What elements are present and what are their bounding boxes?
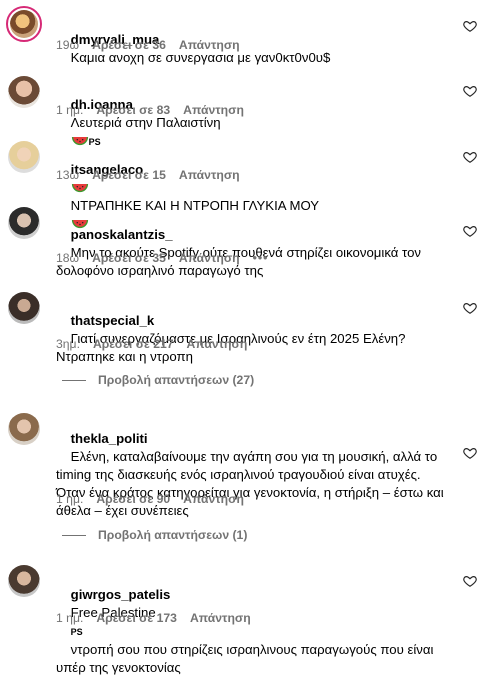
divider [62,379,86,381]
username[interactable]: thekla_politi [71,431,148,446]
view-replies-label[interactable]: Προβολή απαντήσεων (27) [98,373,254,387]
avatar[interactable] [8,141,40,173]
comment-meta: 19ω Αρέσει σε 36 Απάντηση [56,38,240,52]
timestamp: 3ημ. [56,337,80,351]
comment-meta: 3ημ. Αρέσει σε 217 Απάντηση [56,337,247,351]
avatar[interactable] [8,76,40,108]
timestamp: 18ω [56,251,80,265]
username[interactable]: giwrgos_patelis [71,587,171,602]
view-replies-button[interactable]: Προβολή απαντήσεων (1) [62,528,247,542]
reply-button[interactable]: Απάντηση [183,492,244,506]
likes-count[interactable]: Αρέσει σε 173 [96,611,177,625]
comment-meta: 18ω Αρέσει σε 35 Απάντηση ••• [56,251,268,265]
view-replies-button[interactable]: Προβολή απαντήσεων (27) [62,373,254,387]
timestamp: 19ω [56,38,80,52]
username[interactable]: thatspecial_k [71,313,155,328]
likes-count[interactable]: Αρέσει σε 15 [92,168,166,182]
avatar[interactable] [8,292,40,324]
heart-outline-icon[interactable] [463,224,477,238]
avatar[interactable] [6,6,42,42]
comment-meta: 1 ημ. Αρέσει σε 83 Απάντηση [56,103,244,117]
timestamp: 13ω [56,168,80,182]
heart-outline-icon[interactable] [463,446,477,460]
reply-button[interactable]: Απάντηση [183,103,244,117]
view-replies-label[interactable]: Προβολή απαντήσεων (1) [98,528,247,542]
heart-outline-icon[interactable] [463,84,477,98]
comment-text: Λευτεριά στην Παλαιστίνη [70,115,221,130]
comment-text: Ελένη, καταλαβαίνουμε την αγάπη σου για … [56,449,448,518]
reply-button[interactable]: Απάντηση [190,611,251,625]
heart-outline-icon[interactable] [463,574,477,588]
timestamp: 1 ημ. [56,492,84,506]
username[interactable]: panoskalantzis_ [71,227,173,242]
comment-text-continued: ντροπή σου που στηρίζεις ισραηλινους παρ… [56,642,438,675]
avatar[interactable] [8,565,40,597]
comment-meta: 1 ημ. Αρέσει σε 173 Απάντηση [56,611,251,625]
comment-meta: 1 ημ. Αρέσει σε 90 Απάντηση [56,492,244,506]
heart-outline-icon[interactable] [463,19,477,33]
timestamp: 1 ημ. [56,103,84,117]
avatar[interactable] [8,413,40,445]
reply-button[interactable]: Απάντηση [179,251,240,265]
reply-button[interactable]: Απάντηση [179,168,240,182]
likes-count[interactable]: Αρέσει σε 83 [96,103,170,117]
divider [62,534,86,536]
more-options-icon[interactable]: ••• [253,251,269,265]
heart-outline-icon[interactable] [463,150,477,164]
reply-button[interactable]: Απάντηση [179,38,240,52]
comment-text: Καμια ανοχη σε συνεργασια με γαν0κτ0ν0υ$ [70,50,331,65]
comment-meta: 13ω Αρέσει σε 15 Απάντηση [56,168,240,182]
likes-count[interactable]: Αρέσει σε 35 [92,251,166,265]
watermelon-emoji [71,182,89,195]
likes-count[interactable]: Αρέσει σε 90 [96,492,170,506]
likes-count[interactable]: Αρέσει σε 217 [93,337,174,351]
reply-button[interactable]: Απάντηση [187,337,248,351]
avatar[interactable] [8,207,40,239]
timestamp: 1 ημ. [56,611,84,625]
heart-outline-icon[interactable] [463,301,477,315]
likes-count[interactable]: Αρέσει σε 36 [92,38,166,52]
